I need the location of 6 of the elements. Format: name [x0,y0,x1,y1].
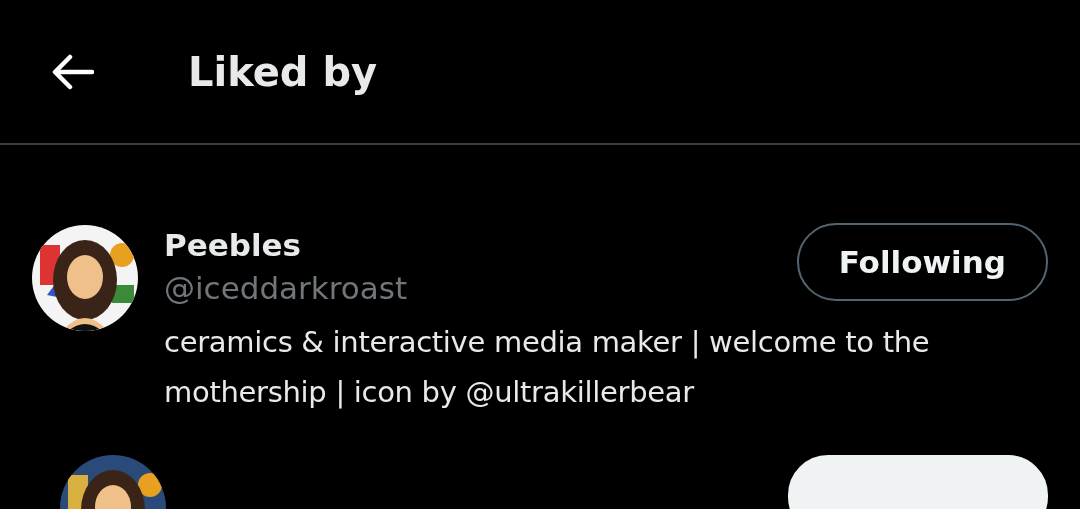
user-name: Peebles [164,226,303,265]
following-button[interactable]: Following [796,223,1048,301]
back-arrow-icon [52,53,94,90]
user-bio: ceramics & interactive media maker | welcome to the mothership | icon by @ultrakillerbear [164,324,931,411]
user-handle: @iceddarkroast [164,269,408,308]
page-title: Liked by [188,48,378,95]
